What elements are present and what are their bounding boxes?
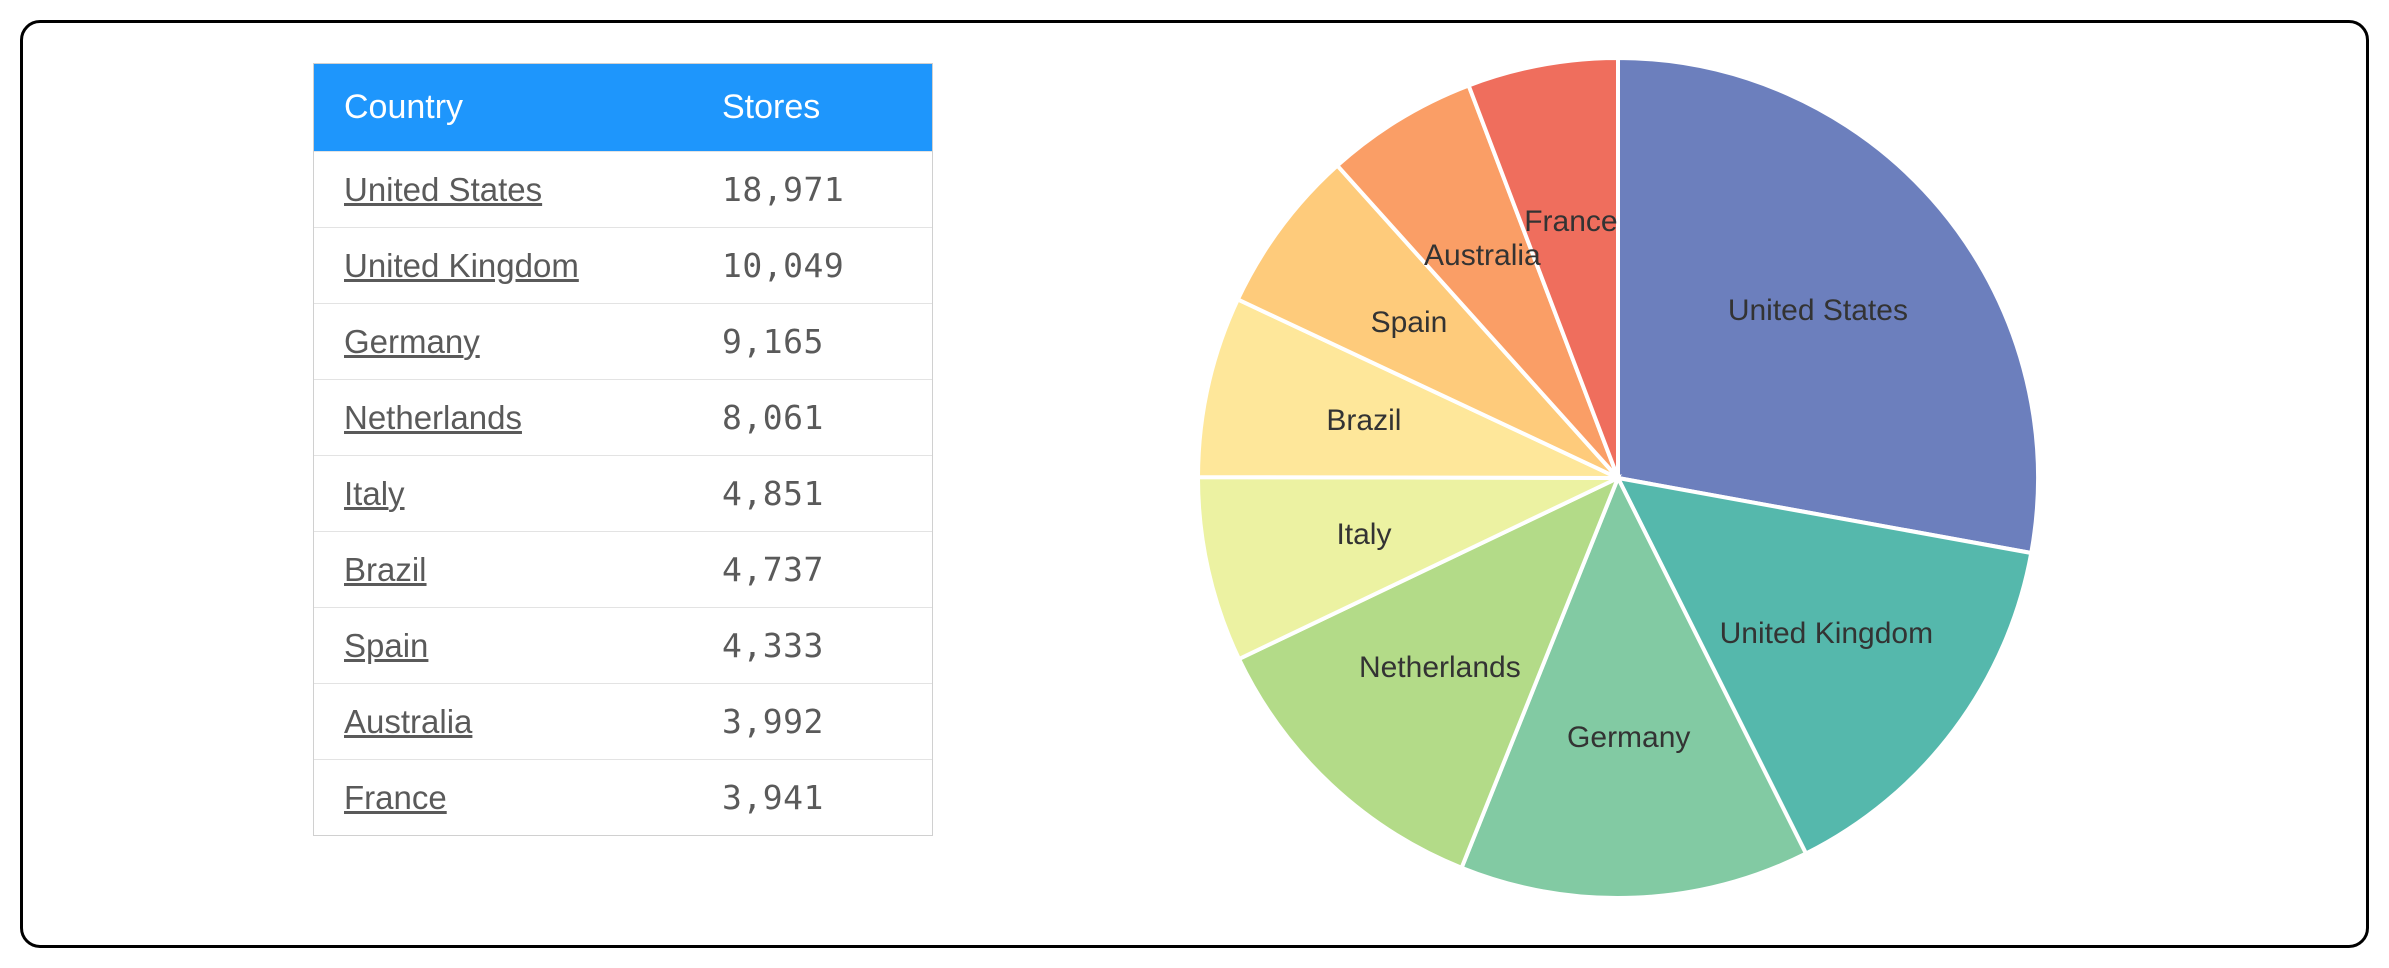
table-row: United Kingdom10,049 — [314, 227, 932, 303]
stores-value: 10,049 — [722, 246, 902, 285]
stores-value: 4,737 — [722, 550, 902, 589]
country-link[interactable]: Australia — [344, 703, 722, 741]
table-row: France3,941 — [314, 759, 932, 835]
table-row: Italy4,851 — [314, 455, 932, 531]
table-row: United States18,971 — [314, 151, 932, 227]
country-link[interactable]: Netherlands — [344, 399, 722, 437]
header-stores: Stores — [722, 88, 902, 127]
country-link[interactable]: Germany — [344, 323, 722, 361]
stores-value: 8,061 — [722, 398, 902, 437]
table-row: Spain4,333 — [314, 607, 932, 683]
table-row: Germany9,165 — [314, 303, 932, 379]
stores-value: 3,992 — [722, 702, 902, 741]
stores-table: Country Stores United States18,971United… — [313, 63, 933, 836]
country-link[interactable]: Brazil — [344, 551, 722, 589]
pie-chart: United StatesUnited KingdomGermanyNether… — [1193, 53, 2043, 903]
stores-value: 4,333 — [722, 626, 902, 665]
stores-value: 18,971 — [722, 170, 902, 209]
stores-value: 9,165 — [722, 322, 902, 361]
table-header: Country Stores — [314, 64, 932, 151]
country-link[interactable]: United Kingdom — [344, 247, 722, 285]
panel: Country Stores United States18,971United… — [20, 20, 2369, 948]
country-link[interactable]: United States — [344, 171, 722, 209]
table-row: Brazil4,737 — [314, 531, 932, 607]
country-link[interactable]: Spain — [344, 627, 722, 665]
header-country: Country — [344, 88, 722, 127]
pie-slice[interactable] — [1618, 58, 2038, 553]
table-row: Australia3,992 — [314, 683, 932, 759]
country-link[interactable]: France — [344, 779, 722, 817]
table-row: Netherlands8,061 — [314, 379, 932, 455]
country-link[interactable]: Italy — [344, 475, 722, 513]
stores-value: 4,851 — [722, 474, 902, 513]
stores-value: 3,941 — [722, 778, 902, 817]
